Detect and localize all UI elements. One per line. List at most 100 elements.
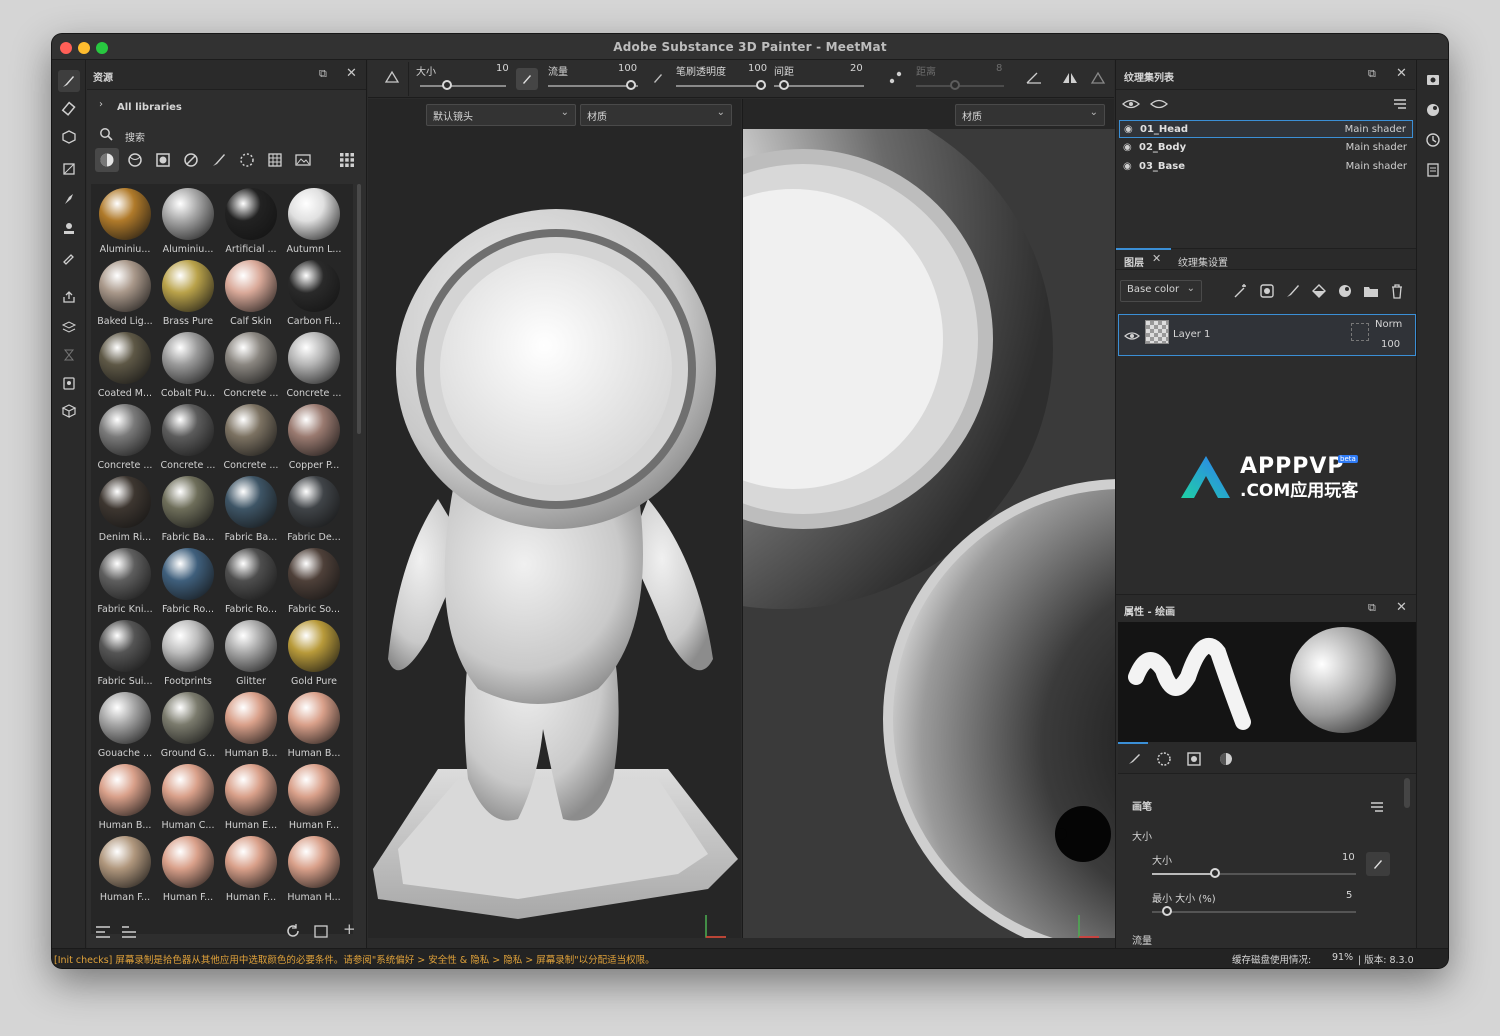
hourglass-icon[interactable] bbox=[58, 344, 80, 366]
flow-slider-knob[interactable] bbox=[626, 80, 636, 90]
blend-mode-select[interactable]: Norm bbox=[1375, 319, 1402, 330]
material-tile[interactable]: Aluminiu... bbox=[156, 184, 220, 256]
alpha-tab-icon[interactable] bbox=[1156, 751, 1172, 771]
material-tile[interactable]: Denim Ri... bbox=[93, 472, 157, 544]
texture-set-eye-icon[interactable]: ◉ bbox=[1124, 124, 1133, 135]
opacity-slider-knob[interactable] bbox=[756, 80, 766, 90]
viewport-3d[interactable]: 默认镜头 ⌄ 材质 ⌄ bbox=[368, 99, 741, 938]
alphas-filter-icon[interactable] bbox=[235, 148, 259, 176]
layer-visibility-eye-icon[interactable] bbox=[1124, 327, 1140, 346]
material-tile[interactable]: Human F... bbox=[282, 760, 346, 832]
float-panel-icon[interactable]: ⧉ bbox=[319, 68, 327, 79]
grid-view-icon[interactable] bbox=[335, 148, 359, 176]
add-mask-icon[interactable] bbox=[1258, 282, 1276, 304]
flow-slider[interactable] bbox=[548, 85, 638, 87]
paint-brush-icon[interactable] bbox=[58, 70, 80, 92]
material-tile[interactable]: Carbon Fi... bbox=[282, 256, 346, 328]
material-tile[interactable]: Baked Lig... bbox=[93, 256, 157, 328]
material-tile[interactable]: Human B... bbox=[282, 688, 346, 760]
add-icon[interactable]: + bbox=[343, 922, 356, 937]
sort-icon[interactable] bbox=[121, 924, 137, 943]
layer-name[interactable]: Layer 1 bbox=[1173, 329, 1210, 340]
angle-icon[interactable] bbox=[1024, 68, 1044, 92]
brush-preset-menu-icon[interactable] bbox=[1370, 798, 1384, 817]
projection-icon[interactable] bbox=[58, 126, 80, 148]
color-picker-icon[interactable] bbox=[58, 246, 80, 268]
material-tile[interactable]: Human B... bbox=[93, 760, 157, 832]
material-tile[interactable]: Gouache ... bbox=[93, 688, 157, 760]
symmetry-icon[interactable] bbox=[1060, 68, 1080, 92]
delete-layer-icon[interactable] bbox=[1388, 282, 1406, 304]
texture-set-row[interactable]: ◉ 03_Base Main shader bbox=[1119, 158, 1413, 176]
all-libraries-link[interactable]: All libraries bbox=[117, 102, 182, 113]
camera-select[interactable]: 默认镜头 ⌄ bbox=[426, 104, 576, 126]
material-tile[interactable]: Human H... bbox=[282, 832, 346, 904]
min-size-slider[interactable] bbox=[1152, 911, 1356, 913]
material-tile[interactable]: Fabric Ba... bbox=[219, 472, 283, 544]
material-tile[interactable]: Concrete ... bbox=[219, 328, 283, 400]
distance-value[interactable]: 8 bbox=[996, 63, 1002, 74]
min-size-slider-knob[interactable] bbox=[1162, 906, 1172, 916]
shader-settings-icon[interactable] bbox=[1425, 102, 1441, 122]
tab-layers[interactable]: 图层 bbox=[1124, 254, 1144, 269]
textures-filter-icon[interactable] bbox=[263, 148, 287, 176]
texture-set-eye-icon[interactable]: ◉ bbox=[1123, 161, 1132, 172]
channel-select[interactable]: Base color ⌄ bbox=[1120, 280, 1202, 302]
material-tile[interactable]: Gold Pure bbox=[282, 616, 346, 688]
material-tile[interactable]: Copper P... bbox=[282, 400, 346, 472]
smart-materials-filter-icon[interactable] bbox=[123, 148, 147, 176]
close-tab-icon[interactable]: ✕ bbox=[1152, 253, 1161, 264]
add-paint-layer-icon[interactable] bbox=[1284, 282, 1302, 304]
material-tile[interactable]: Glitter bbox=[219, 616, 283, 688]
spacing-value[interactable]: 20 bbox=[850, 63, 863, 74]
environments-filter-icon[interactable] bbox=[291, 148, 315, 176]
material-tile[interactable]: Concrete ... bbox=[93, 400, 157, 472]
material-tile[interactable]: Concrete ... bbox=[219, 400, 283, 472]
float-panel-icon[interactable]: ⧉ bbox=[1368, 602, 1376, 613]
material-tile[interactable]: Coated M... bbox=[93, 328, 157, 400]
solo-eye-icon[interactable] bbox=[1122, 96, 1140, 115]
material-tile[interactable]: Human E... bbox=[219, 760, 283, 832]
size-pressure-icon[interactable] bbox=[1366, 852, 1390, 876]
materials-filter-icon[interactable] bbox=[95, 148, 119, 172]
material-tile[interactable]: Cobalt Pu... bbox=[156, 328, 220, 400]
close-panel-icon[interactable]: ✕ bbox=[346, 67, 357, 80]
brushes-filter-icon[interactable] bbox=[207, 148, 231, 176]
geometry-mask-icon[interactable] bbox=[58, 316, 80, 338]
list-view-icon[interactable] bbox=[95, 924, 111, 943]
add-fill-layer-icon[interactable] bbox=[1310, 282, 1328, 304]
material-tile[interactable]: Fabric Ro... bbox=[219, 544, 283, 616]
pen-pressure-icon[interactable] bbox=[516, 68, 538, 90]
bake-icon[interactable] bbox=[58, 286, 80, 308]
texture-set-row[interactable]: ◉ 01_Head Main shader bbox=[1119, 120, 1413, 138]
opacity-slider[interactable] bbox=[676, 85, 766, 87]
texture-set-shader[interactable]: Main shader bbox=[1345, 124, 1406, 135]
material-tile[interactable]: Fabric Ro... bbox=[156, 544, 220, 616]
chevron-right-icon[interactable]: › bbox=[99, 100, 103, 110]
polygon-fill-icon[interactable] bbox=[58, 158, 80, 180]
size-value[interactable]: 10 bbox=[496, 63, 509, 74]
brush-tab-icon[interactable] bbox=[1126, 751, 1142, 771]
display-settings-icon[interactable] bbox=[1425, 72, 1441, 92]
material-tile[interactable]: Fabric De... bbox=[282, 472, 346, 544]
history-icon[interactable] bbox=[1425, 132, 1441, 152]
prop-size-slider-knob[interactable] bbox=[1210, 868, 1220, 878]
material-tab-icon[interactable] bbox=[1218, 751, 1234, 771]
smart-masks-filter-icon[interactable] bbox=[179, 148, 203, 176]
material-tile[interactable]: Autumn L... bbox=[282, 184, 346, 256]
refresh-icon[interactable] bbox=[285, 923, 301, 943]
assets-scrollbar[interactable] bbox=[357, 184, 361, 434]
new-folder-icon[interactable] bbox=[313, 923, 329, 943]
log-icon[interactable] bbox=[1425, 162, 1441, 182]
viewport-3d-mode-select[interactable]: 材质 ⌄ bbox=[580, 104, 732, 126]
material-tile[interactable]: Concrete ... bbox=[156, 400, 220, 472]
prop-size-value[interactable]: 10 bbox=[1342, 852, 1355, 863]
material-tile[interactable]: Fabric Ba... bbox=[156, 472, 220, 544]
texture-set-menu-icon[interactable] bbox=[1392, 96, 1408, 115]
texture-set-shader[interactable]: Main shader bbox=[1346, 142, 1407, 153]
viewport-2d-mode-select[interactable]: 材质 ⌄ bbox=[955, 104, 1105, 126]
eraser-icon[interactable] bbox=[58, 98, 80, 120]
texture-set-shader[interactable]: Main shader bbox=[1346, 161, 1407, 172]
properties-scrollbar[interactable] bbox=[1404, 778, 1410, 808]
tab-texture-set-settings[interactable]: 纹理集设置 bbox=[1178, 254, 1228, 269]
